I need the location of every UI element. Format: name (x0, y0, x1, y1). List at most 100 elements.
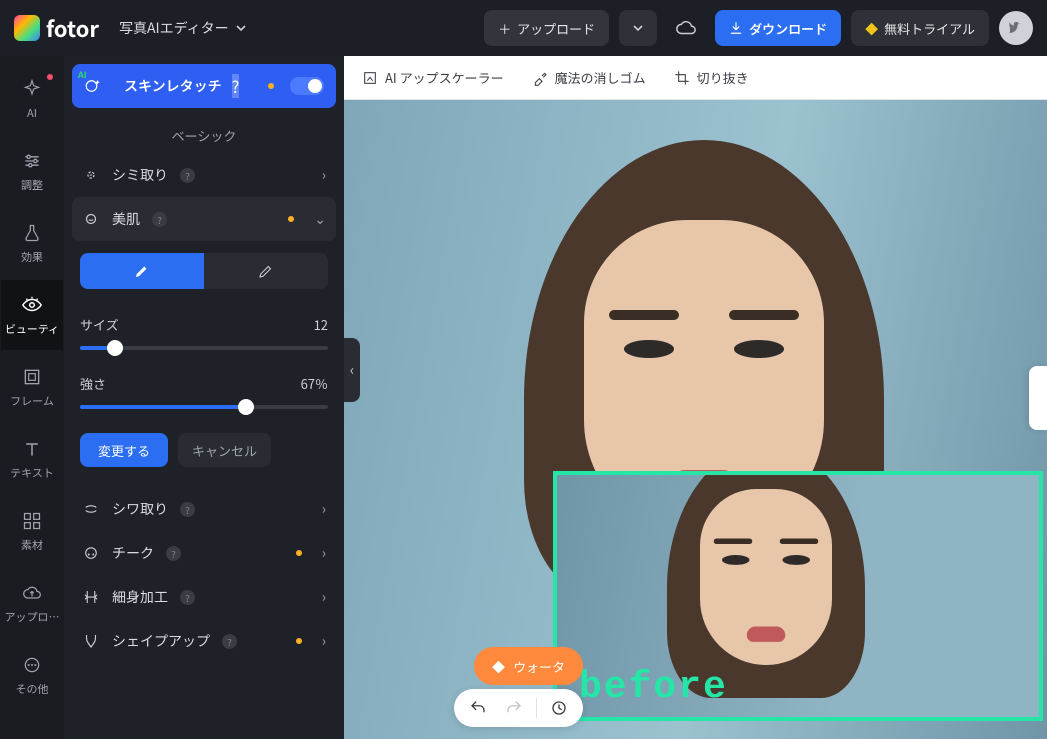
history-controls (454, 689, 583, 727)
canvas-area: AI アップスケーラー 魔法の消しゴム 切り抜き (344, 56, 1047, 739)
brand-logo[interactable]: fotor (14, 12, 99, 44)
row-shapeup[interactable]: シェイプアップ ? › (72, 619, 336, 663)
help-icon[interactable]: ? (180, 590, 195, 605)
strength-value: 67％ (301, 374, 328, 393)
row-label: チーク (112, 543, 154, 563)
panel-collapse-handle[interactable]: ‹ (344, 338, 360, 402)
shapes-icon (21, 510, 43, 532)
eraser-tool[interactable] (204, 253, 328, 289)
size-slider[interactable] (80, 346, 328, 350)
help-icon[interactable]: ? (232, 74, 240, 98)
apply-button[interactable]: 変更する (80, 433, 168, 467)
row-smooth[interactable]: 美肌 ? ⌄ (72, 197, 336, 241)
help-icon[interactable]: ? (180, 502, 195, 517)
more-icon (21, 654, 43, 676)
download-button[interactable]: ダウンロード (715, 10, 841, 46)
download-icon (729, 21, 743, 35)
editor-mode-dropdown[interactable]: 写真AIエディター (119, 18, 247, 38)
eye-icon (21, 294, 43, 316)
upload-button[interactable]: ＋ アップロード (484, 10, 609, 46)
help-icon[interactable]: ? (166, 546, 181, 561)
right-panel-expand-handle[interactable] (1029, 366, 1047, 430)
user-avatar[interactable] (999, 11, 1033, 45)
strength-slider[interactable] (80, 405, 328, 409)
upload-button-label: アップロード (517, 19, 595, 38)
rail-label: 効果 (21, 249, 43, 265)
upload-more-dropdown[interactable] (619, 10, 657, 46)
chevron-right-icon: › (322, 165, 326, 185)
rail-label: テキスト (10, 465, 54, 481)
free-trial-button[interactable]: ◆ 無料トライアル (851, 10, 989, 46)
history-icon (550, 699, 568, 717)
slider-thumb[interactable] (107, 340, 123, 356)
rail-label: 素材 (21, 537, 43, 553)
wrinkle-icon (82, 500, 100, 518)
panel-actions: 変更する キャンセル (72, 413, 336, 479)
download-button-label: ダウンロード (749, 19, 827, 38)
rail-item-frame[interactable]: フレーム (1, 352, 63, 422)
strength-slider-block: 強さ 67％ (72, 354, 336, 413)
size-label: サイズ (80, 315, 119, 334)
before-label: before (579, 666, 728, 709)
tool-ai-upscaler[interactable]: AI アップスケーラー (362, 68, 504, 87)
plus-icon: ＋ (498, 19, 511, 38)
tool-crop[interactable]: 切り抜き (674, 68, 749, 87)
row-slim[interactable]: 細身加工 ? › (72, 575, 336, 619)
row-label: シワ取り (112, 499, 168, 519)
rail-item-material[interactable]: 素材 (1, 496, 63, 566)
chevron-down-icon (632, 22, 644, 34)
row-wrinkle[interactable]: シワ取り ? › (72, 487, 336, 531)
additional-rows: シワ取り ? › チーク ? › 細身加工 ? › シェイプアップ ? › (72, 487, 336, 663)
status-dot (296, 638, 302, 644)
beauty-panel: AI スキンレタッチ ? ベーシック シミ取り ? › 美肌 ? ⌄ サイズ 1… (64, 56, 344, 739)
row-cheek[interactable]: チーク ? › (72, 531, 336, 575)
rail-item-adjust[interactable]: 調整 (1, 136, 63, 206)
text-icon (21, 438, 43, 460)
help-icon[interactable]: ? (180, 168, 195, 183)
ai-skin-retouch-header[interactable]: AI スキンレタッチ ? (72, 64, 336, 108)
cancel-button[interactable]: キャンセル (178, 433, 271, 467)
history-button[interactable] (545, 694, 573, 722)
chevron-right-icon: › (322, 631, 326, 651)
undo-button[interactable] (464, 694, 492, 722)
row-label: 細身加工 (112, 587, 168, 607)
blemish-icon (82, 166, 100, 184)
watermark-pill[interactable]: ◆ ウォータ (474, 647, 583, 685)
rail-label: その他 (16, 681, 49, 697)
tool-magic-eraser[interactable]: 魔法の消しゴム (532, 68, 646, 87)
rail-item-beauty[interactable]: ビューティ (1, 280, 63, 350)
app-header: fotor 写真AIエディター ＋ アップロード ダウンロード ◆ 無料トライア… (0, 0, 1047, 56)
brand-logo-icon (14, 15, 40, 41)
help-icon[interactable]: ? (222, 634, 237, 649)
rail-label: アップロ… (5, 609, 60, 625)
rail-item-other[interactable]: その他 (1, 640, 63, 710)
rail-item-ai[interactable]: AI (1, 64, 63, 134)
left-nav-rail: AI 調整 効果 ビューティ フレーム テキスト 素材 アップロ… その他 (0, 56, 64, 739)
cloud-button[interactable] (667, 10, 705, 46)
magic-eraser-icon (532, 70, 548, 86)
tool-label: AI アップスケーラー (385, 68, 504, 87)
chevron-down-icon: ⌄ (314, 209, 326, 229)
status-dot (268, 83, 274, 89)
before-compare-panel[interactable]: before (553, 471, 1043, 721)
ai-retouch-label: スキンレタッチ (124, 76, 222, 96)
eraser-icon (257, 262, 275, 280)
redo-button[interactable] (500, 694, 528, 722)
rail-item-effect[interactable]: 効果 (1, 208, 63, 278)
size-slider-block: サイズ 12 (72, 295, 336, 354)
slider-thumb[interactable] (238, 399, 254, 415)
sparkle-icon (21, 78, 43, 100)
help-icon[interactable]: ? (152, 212, 167, 227)
rail-item-upload[interactable]: アップロ… (1, 568, 63, 638)
sliders-icon (21, 150, 43, 172)
ai-badge: AI (78, 68, 87, 81)
brush-tool[interactable] (80, 253, 204, 289)
flask-icon (21, 222, 43, 244)
rail-label: AI (27, 105, 37, 121)
redo-icon (505, 699, 523, 717)
rail-item-text[interactable]: テキスト (1, 424, 63, 494)
photo-viewport[interactable]: before ◆ ウォータ (344, 100, 1047, 739)
ai-retouch-toggle[interactable] (290, 77, 324, 95)
status-dot (296, 550, 302, 556)
row-blemish[interactable]: シミ取り ? › (72, 153, 336, 197)
